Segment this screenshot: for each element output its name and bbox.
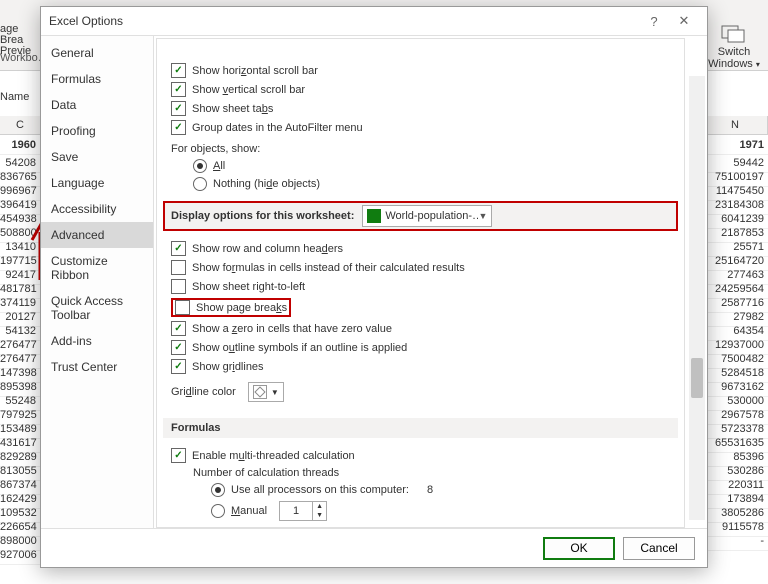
dialog-footer: OK Cancel [41, 528, 707, 567]
label-gridlines: Show gridlines [192, 361, 264, 373]
label-group-dates: Group dates in the AutoFilter menu [192, 122, 363, 134]
radio-objects-nothing[interactable] [193, 177, 207, 191]
sidebar-item-addins[interactable]: Add-ins [41, 328, 153, 354]
checkbox-gridlines[interactable] [171, 359, 186, 374]
checkbox-sheet-rtl[interactable] [171, 279, 186, 294]
manual-thread-spinner[interactable]: 1 ▲▼ [279, 501, 327, 521]
column-header-n[interactable]: N [703, 116, 768, 135]
sidebar-item-save[interactable]: Save [41, 144, 153, 170]
label-for-objects: For objects, show: [171, 143, 260, 155]
worksheet-dropdown-value: World-population-… [381, 210, 478, 222]
name-box[interactable]: Name [0, 86, 40, 108]
gridline-color-dropdown[interactable]: ▼ [248, 382, 284, 402]
checkbox-row-col-headers[interactable] [171, 241, 186, 256]
label-multithreaded: Enable multi-threaded calculation [192, 450, 355, 462]
worksheet-icon [367, 209, 381, 223]
sidebar-item-language[interactable]: Language [41, 170, 153, 196]
label-show-zero: Show a zero in cells that have zero valu… [192, 323, 392, 335]
ok-button[interactable]: OK [543, 537, 615, 560]
radio-objects-all[interactable] [193, 159, 207, 173]
sidebar-item-advanced[interactable]: Advanced [41, 222, 153, 248]
label-gridline-color: Gridline color [171, 386, 236, 398]
label-use-all: Use all processors on this computer: [231, 484, 409, 496]
switch-windows-label: Switch Windows ▾ [706, 46, 762, 71]
checkbox-sheet-tabs[interactable] [171, 101, 186, 116]
cancel-button[interactable]: Cancel [623, 537, 695, 560]
checkbox-multithreaded[interactable] [171, 448, 186, 463]
switch-windows-icon [720, 24, 748, 44]
checkbox-outline-symbols[interactable] [171, 340, 186, 355]
sidebar-item-formulas[interactable]: Formulas [41, 66, 153, 92]
scrollbar-thumb[interactable] [691, 358, 703, 398]
cell-year-right[interactable]: 1971 [704, 136, 768, 155]
label-sheet-tabs: Show sheet tabs [192, 103, 273, 115]
sidebar-item-proofing[interactable]: Proofing [41, 118, 153, 144]
spinner-down-icon[interactable]: ▼ [312, 511, 326, 520]
close-button[interactable]: ✕ [669, 13, 699, 29]
sidebar-item-general[interactable]: General [41, 40, 153, 66]
checkbox-page-breaks[interactable] [175, 300, 190, 315]
radio-use-all-processors[interactable] [211, 483, 225, 497]
checkbox-show-zero[interactable] [171, 321, 186, 336]
sidebar-item-customize-ribbon[interactable]: Customize Ribbon [41, 248, 153, 288]
label-outline-symbols: Show outline symbols if an outline is ap… [192, 342, 407, 354]
options-panel: Show horizontal scroll bar Show vertical… [154, 36, 707, 530]
sidebar-item-data[interactable]: Data [41, 92, 153, 118]
color-swatch [253, 385, 267, 399]
chevron-down-icon: ▼ [271, 388, 279, 397]
dialog-titlebar: Excel Options ? ✕ [41, 7, 707, 36]
cell-year-left[interactable]: 1960 [0, 136, 40, 155]
dialog-title: Excel Options [49, 14, 639, 28]
spinner-up-icon[interactable]: ▲ [312, 502, 326, 511]
chevron-down-icon: ▼ [478, 211, 487, 221]
checkbox-show-formulas[interactable] [171, 260, 186, 275]
options-sidebar: General Formulas Data Proofing Save Lang… [41, 36, 154, 530]
label-sheet-rtl: Show sheet right-to-left [192, 281, 305, 293]
worksheet-dropdown[interactable]: World-population-… ▼ [362, 205, 492, 227]
excel-options-dialog: Excel Options ? ✕ General Formulas Data … [40, 6, 708, 568]
label-num-threads: Number of calculation threads [193, 467, 339, 479]
cell-n-27[interactable]: - [704, 532, 768, 551]
label-manual: Manual [231, 505, 267, 517]
sidebar-item-quick-access-toolbar[interactable]: Quick Access Toolbar [41, 288, 153, 328]
section-formulas: Formulas [163, 418, 678, 438]
column-header-c[interactable]: C [0, 116, 41, 135]
processor-count: 8 [427, 484, 433, 496]
name-box-label: Name [0, 91, 29, 103]
manual-thread-value: 1 [280, 505, 312, 517]
switch-windows-button[interactable]: Switch Windows ▾ [706, 24, 762, 71]
section-display-worksheet-label: Display options for this worksheet: [171, 210, 354, 222]
section-display-worksheet: Display options for this worksheet: Worl… [163, 201, 678, 231]
label-objects-nothing: Nothing (hide objects) [213, 178, 320, 190]
label-objects-all: All [213, 160, 225, 172]
label-show-formulas: Show formulas in cells instead of their … [192, 262, 465, 274]
checkbox-horizontal-scroll[interactable] [171, 63, 186, 78]
label-page-breaks: Show page breaks [196, 302, 287, 314]
sidebar-item-trust-center[interactable]: Trust Center [41, 354, 153, 380]
label-row-col-headers: Show row and column headers [192, 243, 343, 255]
panel-scrollbar[interactable] [689, 76, 705, 520]
checkbox-group-dates[interactable] [171, 120, 186, 135]
label-horizontal-scroll: Show horizontal scroll bar [192, 65, 318, 77]
sidebar-item-accessibility[interactable]: Accessibility [41, 196, 153, 222]
label-vertical-scroll: Show vertical scroll bar [192, 84, 305, 96]
cell-c-28[interactable]: 927006 [0, 546, 40, 565]
radio-manual-threads[interactable] [211, 504, 225, 518]
help-button[interactable]: ? [639, 14, 669, 29]
checkbox-vertical-scroll[interactable] [171, 82, 186, 97]
